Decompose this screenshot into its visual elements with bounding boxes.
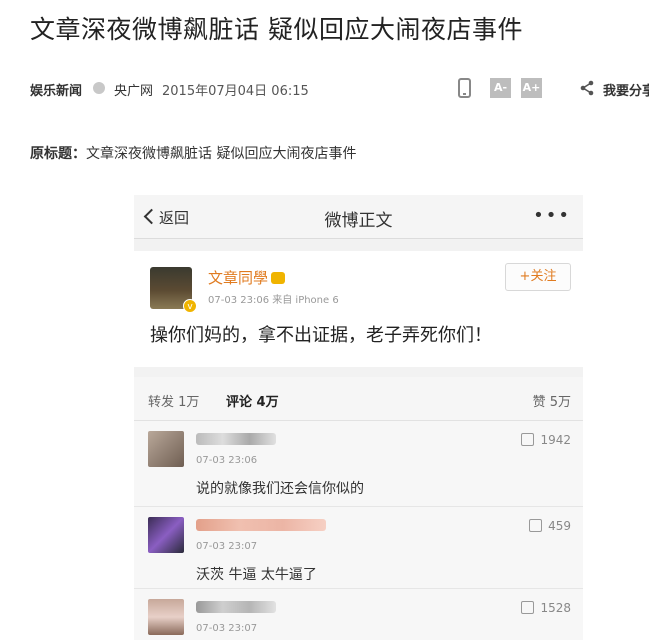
list-item: 07-03 23:07 1528 [134, 589, 583, 640]
verified-badge-icon: v [183, 299, 197, 313]
weibo-tabs: 转发 1万 评论 4万 赞 5万 [134, 377, 583, 421]
weibo-screenshot: 返回 微博正文 ••• v 文章同學 07-03 23:06 来自 iPhone… [134, 195, 583, 640]
avatar[interactable] [148, 517, 184, 553]
thumb-up-icon [521, 433, 535, 446]
original-title-label: 原标题： [30, 146, 86, 162]
post-time-device: 07-03 23:06 来自 iPhone 6 [208, 295, 339, 306]
member-crown-icon [271, 272, 286, 284]
source-label: 央广网 [114, 84, 154, 99]
tab-comment[interactable]: 评论 4万 [226, 391, 279, 410]
like-count: 1528 [540, 601, 571, 615]
weibo-page-title: 微博正文 [324, 211, 393, 231]
avatar[interactable] [148, 431, 184, 467]
publish-datetime: 2015年07月04日 06:15 [162, 84, 309, 99]
share-icon[interactable] [579, 80, 595, 96]
like-button[interactable]: 1942 [521, 433, 571, 447]
blurred-username [196, 519, 326, 531]
comment-text: 沃茨 牛逼 太牛逼了 [196, 567, 317, 583]
blurred-username [196, 433, 276, 445]
article-headline: 文章深夜微博飙脏话 疑似回应大闹夜店事件 [30, 15, 523, 44]
thumb-up-icon [529, 519, 543, 532]
post-username[interactable]: 文章同學 [208, 267, 286, 288]
thumb-up-icon [521, 601, 535, 614]
comment-text: 说的就像我们还会信你似的 [196, 481, 364, 497]
comment-time: 07-03 23:07 [196, 623, 258, 634]
like-count: 459 [548, 519, 571, 533]
font-increase-button[interactable]: A+ [521, 78, 542, 98]
original-title: 原标题：文章深夜微博飙脏话 疑似回应大闹夜店事件 [30, 143, 356, 163]
list-item: 07-03 23:07 沃茨 牛逼 太牛逼了 459 [134, 507, 583, 589]
share-button[interactable]: 我要分享 [603, 80, 649, 99]
like-button[interactable]: 459 [529, 519, 571, 533]
tab-like[interactable]: 赞 5万 [533, 391, 571, 410]
post-text: 操你们妈的，拿不出证据，老子弄死你们！ [150, 325, 492, 346]
list-item: 07-03 23:06 说的就像我们还会信你似的 1942 [134, 421, 583, 507]
channel-link[interactable]: 娱乐新闻 [30, 80, 82, 99]
comment-time: 07-03 23:06 [196, 455, 258, 466]
weibo-post: v 文章同學 07-03 23:06 来自 iPhone 6 +关注 操你们妈的… [134, 251, 583, 367]
follow-button[interactable]: +关注 [505, 263, 571, 291]
channel-chevron-icon[interactable] [93, 82, 105, 94]
article-meta: 娱乐新闻 央广网 2015年07月04日 06:15 A- A+ 我要分享 [30, 78, 649, 100]
like-count: 1942 [540, 433, 571, 447]
font-decrease-button[interactable]: A- [490, 78, 511, 98]
avatar[interactable] [148, 599, 184, 635]
like-button[interactable]: 1528 [521, 601, 571, 615]
blurred-username [196, 601, 276, 613]
tab-repost[interactable]: 转发 1万 [148, 391, 199, 410]
comment-time: 07-03 23:07 [196, 541, 258, 552]
original-title-text: 文章深夜微博飙脏话 疑似回应大闹夜店事件 [86, 146, 357, 162]
weibo-navbar: 返回 微博正文 ••• [134, 195, 583, 239]
mobile-icon[interactable] [458, 78, 471, 98]
more-icon[interactable]: ••• [533, 205, 571, 226]
username-text: 文章同學 [208, 269, 269, 287]
